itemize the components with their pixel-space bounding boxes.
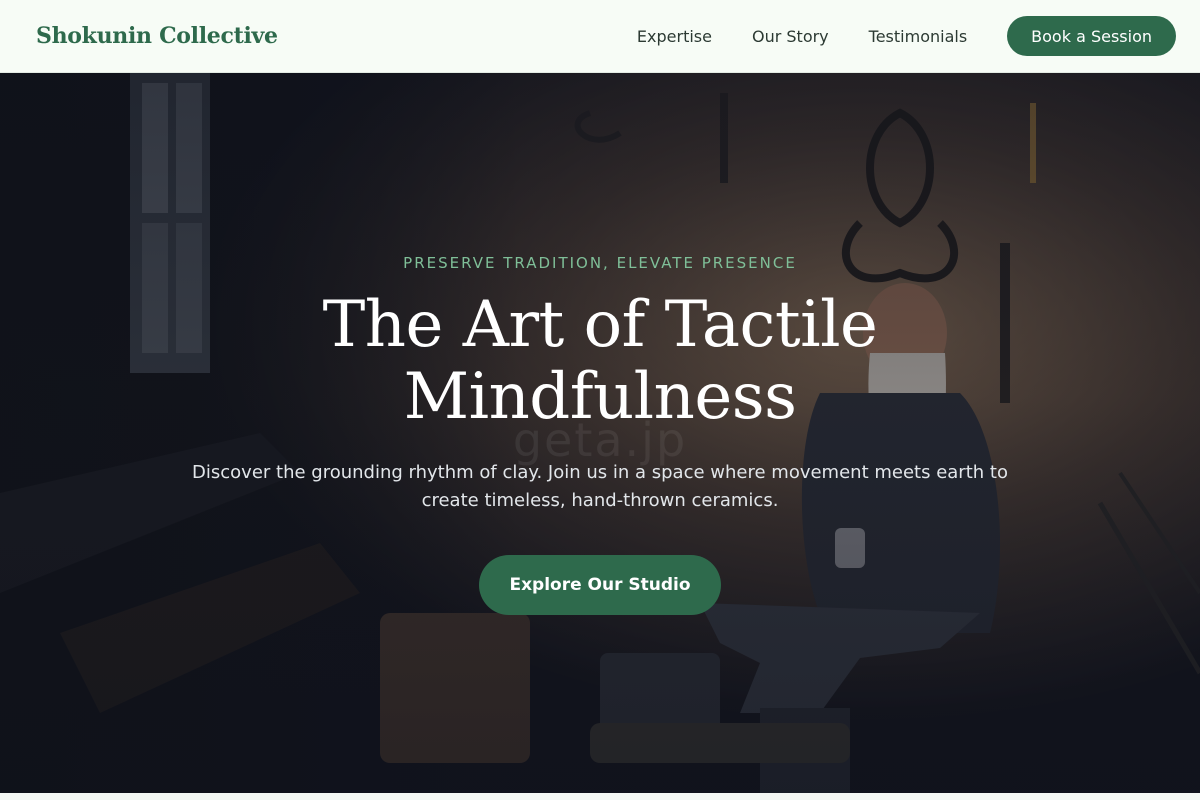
- brand-logo[interactable]: Shokunin Collective: [36, 23, 278, 49]
- book-session-button[interactable]: Book a Session: [1007, 16, 1176, 56]
- nav-link-testimonials[interactable]: Testimonials: [869, 27, 968, 46]
- nav-link-expertise[interactable]: Expertise: [637, 27, 712, 46]
- hero-subtitle: Discover the grounding rhythm of clay. J…: [192, 462, 1008, 511]
- site-header: Shokunin Collective Expertise Our Story …: [0, 0, 1200, 73]
- hero-eyebrow: PRESERVE TRADITION, ELEVATE PRESENCE: [403, 254, 797, 272]
- main-nav: Expertise Our Story Testimonials Book a …: [637, 16, 1176, 56]
- nav-link-our-story[interactable]: Our Story: [752, 27, 829, 46]
- hero-title: The Art of Tactile Mindfulness: [322, 288, 878, 434]
- hero-content: PRESERVE TRADITION, ELEVATE PRESENCE The…: [0, 73, 1200, 793]
- page-bottom-strip: [0, 793, 1200, 800]
- explore-studio-button[interactable]: Explore Our Studio: [479, 555, 721, 615]
- hero-section: geta.jp PRESERVE TRADITION, ELEVATE PRES…: [0, 73, 1200, 793]
